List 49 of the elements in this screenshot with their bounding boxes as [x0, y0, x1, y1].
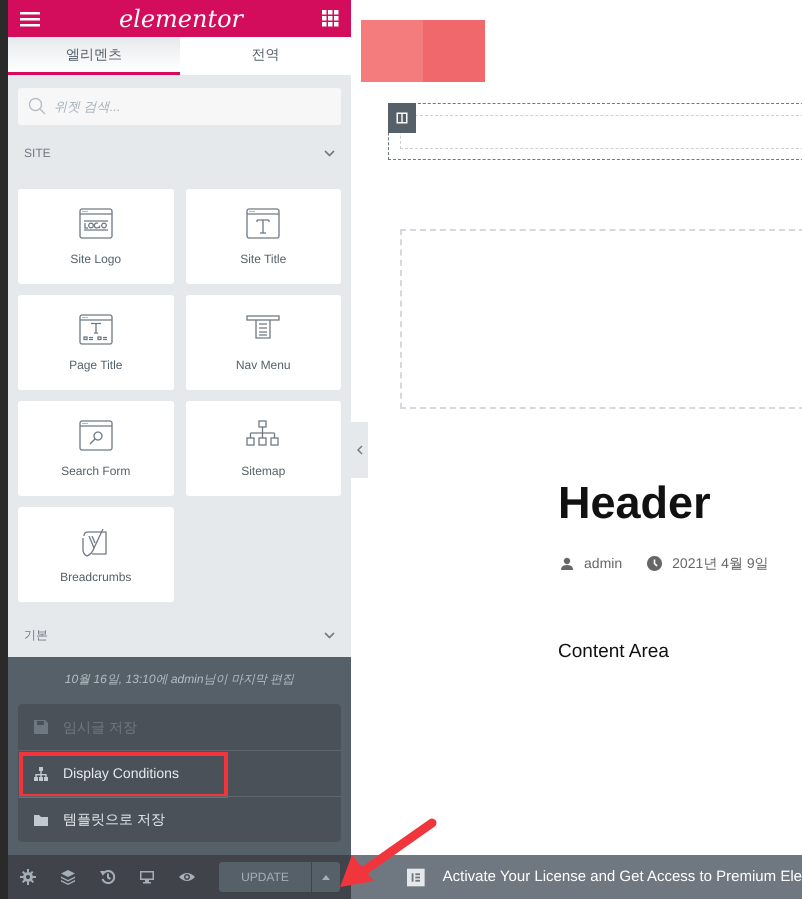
layers-icon[interactable] [60, 869, 76, 885]
browser-logo-icon [78, 208, 113, 239]
post-title: Header [558, 480, 711, 525]
widget-label: Site Title [240, 251, 286, 268]
menu-item[interactable]: Display Conditions [18, 750, 341, 796]
menu-item[interactable]: 템플릿으로 저장 [18, 796, 341, 842]
widget-label: Nav Menu [236, 357, 291, 374]
menu-icon[interactable] [20, 10, 40, 26]
save-options-toggle[interactable] [311, 862, 340, 892]
author-name: admin [584, 554, 622, 573]
panel-tab[interactable]: 전역 [180, 37, 351, 75]
category-title: SITE [24, 145, 51, 162]
widget-card[interactable]: Nav Menu [186, 295, 341, 390]
widget-card[interactable]: Site Title [186, 189, 341, 284]
widget-label: Sitemap [241, 463, 286, 480]
widget-label: Search Form [61, 463, 130, 480]
browser-page-icon [78, 314, 113, 345]
widget-label: Site Logo [70, 251, 122, 268]
elementor-logo: elementor [118, 6, 244, 30]
hierarchy-icon [33, 766, 49, 782]
chevron-left-icon [356, 445, 362, 455]
widget-label: Breadcrumbs [60, 569, 132, 586]
widget-card[interactable]: Breadcrumbs [18, 507, 174, 602]
person-icon [560, 556, 574, 570]
search-field[interactable]: 위젯 검색... [18, 88, 341, 125]
apps-grid-icon[interactable] [322, 10, 339, 27]
browser-search-icon [78, 420, 113, 451]
last-edited-note: 10월 16일, 13:10에 admin님이 마지막 편집 [64, 671, 296, 688]
columns-icon [396, 112, 408, 124]
browser-letter-icon [246, 208, 280, 239]
widget-label: Page Title [69, 357, 122, 374]
settings-icon[interactable] [20, 869, 36, 885]
post-date: 2021년 4월 9일 [672, 554, 769, 573]
widget-card[interactable]: Page Title [18, 295, 174, 390]
license-notice-text: Activate Your License and Get Access to Premium Ele [442, 866, 802, 887]
chevron-down-icon[interactable] [324, 150, 335, 156]
content-text: Content Area [558, 640, 669, 664]
clock-icon [647, 556, 662, 571]
widget-card[interactable]: Search Form [18, 401, 174, 496]
history-icon[interactable] [100, 869, 116, 885]
search-icon [28, 97, 46, 115]
widget-card[interactable]: Sitemap [186, 401, 341, 496]
widget-card[interactable]: Site Logo [18, 189, 174, 284]
caret-up-icon [322, 874, 330, 880]
category-title: 기본 [24, 627, 48, 644]
desktop-monitor-icon[interactable] [139, 869, 156, 885]
elementor-logo-icon [407, 868, 425, 886]
section-handle[interactable] [388, 103, 416, 133]
chevron-down-icon[interactable] [324, 632, 335, 638]
